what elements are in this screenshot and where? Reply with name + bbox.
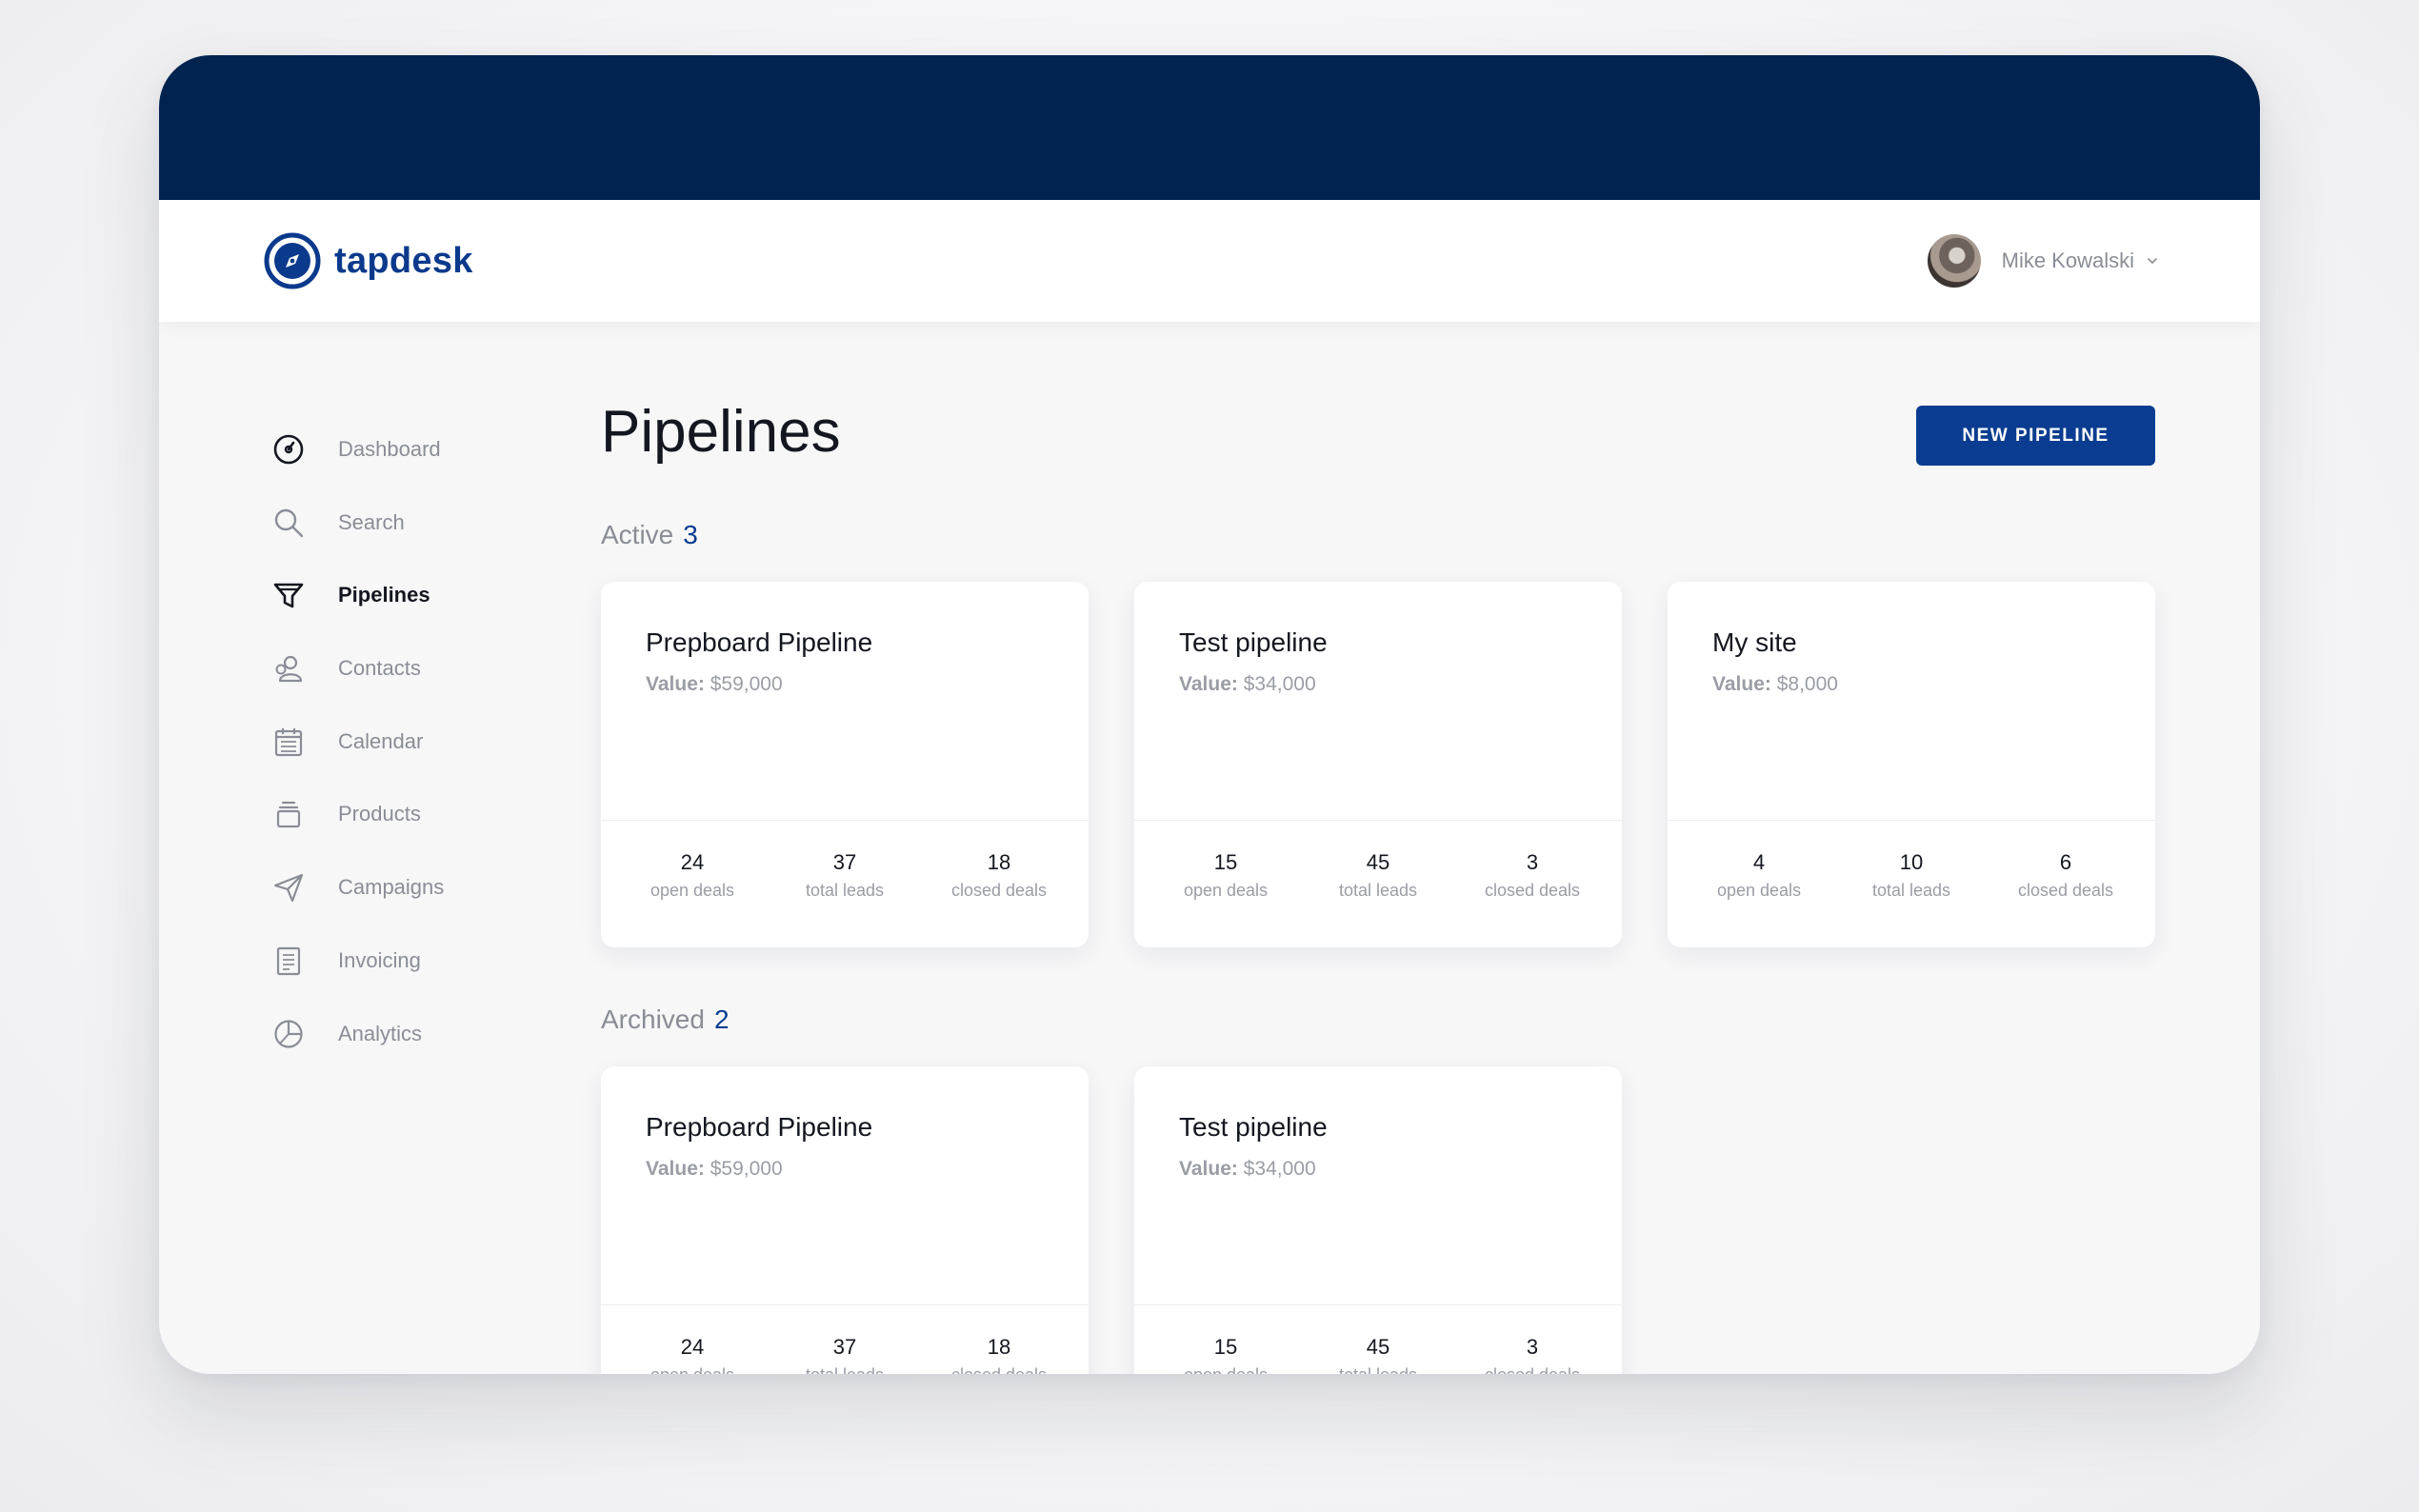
sidebar-item-products[interactable]: Products <box>271 796 557 832</box>
app-name: tapdesk <box>334 240 473 281</box>
products-icon <box>271 797 306 831</box>
avatar[interactable] <box>1927 234 1981 288</box>
sidebar-item-label: Products <box>338 802 421 826</box>
sidebar-item-label: Campaigns <box>338 875 445 900</box>
search-icon <box>271 506 306 540</box>
pipeline-title[interactable]: My site <box>1712 627 1797 658</box>
stat-closed-deals: 18closed deals <box>951 1335 1047 1374</box>
pipeline-card[interactable]: Test pipeline Value: $34,000 15open deal… <box>1134 1066 1622 1374</box>
card-divider <box>601 820 1089 821</box>
stat-open-deals: 24open deals <box>650 1335 734 1374</box>
pipeline-value: Value: $59,000 <box>646 1158 783 1180</box>
app-header: tapdesk Mike Kowalski <box>159 200 2260 322</box>
card-divider <box>601 1304 1089 1305</box>
sidebar-item-label: Contacts <box>338 656 421 681</box>
sidebar-item-label: Analytics <box>338 1021 423 1045</box>
chevron-down-icon[interactable] <box>2146 254 2159 268</box>
pipeline-value: Value: $8,000 <box>1712 673 1838 695</box>
stat-total-leads: 45total leads <box>1338 850 1418 900</box>
stat-open-deals: 15open deals <box>1183 850 1269 900</box>
pipeline-value: Value: $34,000 <box>1179 1158 1316 1180</box>
sidebar-item-search[interactable]: Search <box>271 505 557 541</box>
invoice-icon <box>271 944 306 978</box>
pipeline-value: Value: $34,000 <box>1179 673 1316 695</box>
stat-closed-deals: 6 closed deals <box>2017 850 2114 900</box>
card-divider <box>1668 820 2155 821</box>
section-archived-header: Archived 2 <box>601 1005 730 1035</box>
dashboard-icon <box>271 432 306 467</box>
stat-closed-deals: 3closed deals <box>1485 1335 1580 1374</box>
stat-closed-deals: 3closed deals <box>1484 850 1581 900</box>
section-active-header: Active 3 <box>601 520 698 550</box>
sidebar-item-analytics[interactable]: Analytics <box>271 1016 557 1052</box>
pipeline-title[interactable]: Prepboard Pipeline <box>646 627 872 658</box>
sidebar-item-campaigns[interactable]: Campaigns <box>271 869 557 905</box>
analytics-icon <box>271 1017 306 1051</box>
send-icon <box>271 870 306 905</box>
logo[interactable]: tapdesk <box>264 232 473 289</box>
stat-total-leads: 37total leads <box>806 1335 884 1374</box>
stat-open-deals: 24open deals <box>650 850 735 900</box>
card-divider <box>1134 1304 1622 1305</box>
sidebar-item-pipelines[interactable]: Pipelines <box>271 577 557 613</box>
pipeline-title[interactable]: Prepboard Pipeline <box>646 1112 872 1143</box>
stat-total-leads: 45total leads <box>1339 1335 1417 1374</box>
sidebar-item-label: Pipelines <box>338 583 430 607</box>
sidebar: Dashboard Search Pipelines Contacts Cale… <box>271 431 557 1088</box>
new-pipeline-button[interactable]: NEW PIPELINE <box>1916 406 2155 466</box>
sidebar-item-calendar[interactable]: Calendar <box>271 724 557 760</box>
stat-total-leads: 37total leads <box>805 850 885 900</box>
pipeline-value: Value: $59,000 <box>646 673 783 695</box>
stat-total-leads: 10 total leads <box>1871 850 1951 900</box>
section-archived-label: Archived <box>601 1005 705 1034</box>
section-archived-count: 2 <box>713 1005 730 1034</box>
stat-closed-deals: 18closed deals <box>950 850 1048 900</box>
compass-logo-icon <box>264 232 321 289</box>
section-active-count: 3 <box>683 520 698 549</box>
top-band <box>159 55 2260 200</box>
pipeline-title[interactable]: Test pipeline <box>1179 627 1328 658</box>
stat-open-deals: 15open deals <box>1184 1335 1268 1374</box>
stat-open-deals: 4 open deals <box>1716 850 1802 900</box>
page-title: Pipelines <box>601 399 841 465</box>
pipeline-card[interactable]: Prepboard Pipeline Value: $59,000 24open… <box>601 582 1089 947</box>
sidebar-item-label: Invoicing <box>338 947 421 972</box>
card-divider <box>1134 820 1622 821</box>
sidebar-item-invoicing[interactable]: Invoicing <box>271 943 557 979</box>
pipeline-card[interactable]: Prepboard Pipeline Value: $59,000 24open… <box>601 1066 1089 1374</box>
calendar-icon <box>271 725 306 759</box>
sidebar-item-contacts[interactable]: Contacts <box>271 650 557 686</box>
section-active-label: Active <box>601 520 674 549</box>
pipeline-card[interactable]: My site Value: $8,000 4 open deals 10 tota… <box>1668 582 2155 947</box>
user-name[interactable]: Mike Kowalski <box>2002 249 2134 273</box>
sidebar-item-label: Search <box>338 509 405 534</box>
sidebar-item-label: Calendar <box>338 728 424 753</box>
sidebar-item-dashboard[interactable]: Dashboard <box>271 431 557 468</box>
user-menu[interactable]: Mike Kowalski <box>1927 234 2159 288</box>
sidebar-item-label: Dashboard <box>338 437 441 461</box>
funnel-icon <box>271 578 306 612</box>
app-window: tapdesk Mike Kowalski Dashboard Search P… <box>159 55 2260 1374</box>
pipeline-title[interactable]: Test pipeline <box>1179 1112 1328 1143</box>
contacts-icon <box>271 651 306 686</box>
pipeline-card[interactable]: Test pipeline Value: $34,000 15open deal… <box>1134 582 1622 947</box>
